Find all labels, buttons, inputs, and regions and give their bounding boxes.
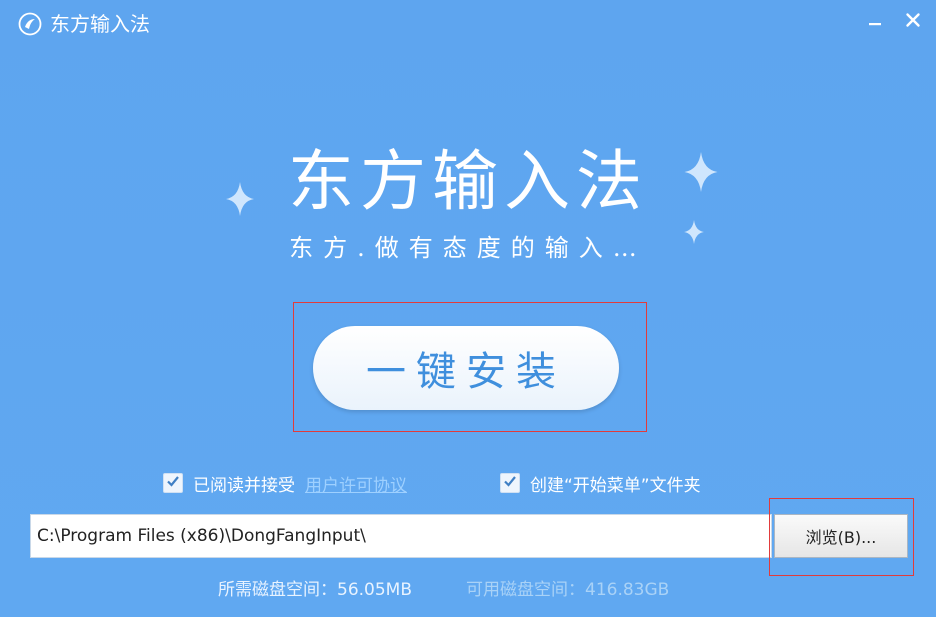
start-menu-label: 创建“开始菜单”文件夹	[530, 475, 701, 496]
window-title: 东方输入法	[50, 12, 150, 36]
start-menu-option[interactable]: 创建“开始菜单”文件夹	[500, 470, 701, 496]
browse-button[interactable]: 浏览(B)...	[774, 514, 908, 558]
agree-label: 已阅读并接受	[193, 475, 295, 496]
brand-slogan: 东方.做有态度的输入…	[289, 234, 647, 262]
agree-license-option[interactable]: 已阅读并接受 用户许可协议	[163, 470, 407, 496]
checkmark-icon	[166, 473, 180, 493]
title-bar[interactable]: 东方输入法	[0, 0, 936, 48]
close-icon	[905, 12, 921, 32]
brand-title: 东方输入法	[288, 143, 648, 220]
license-link[interactable]: 用户许可协议	[305, 471, 407, 496]
dongfang-logo-icon	[18, 12, 42, 36]
install-path-input[interactable]	[30, 514, 772, 558]
installer-window: 东方输入法 东方输入法 东方.做有态度的输入… 一键安装 已阅读并接受 用户许可	[0, 0, 936, 617]
one-click-install-button[interactable]: 一键安装	[313, 326, 619, 410]
minimize-icon	[867, 12, 883, 32]
required-disk-space: 所需磁盘空间：56.05MB	[218, 580, 412, 600]
agree-checkbox[interactable]	[163, 473, 183, 493]
checkmark-icon	[503, 473, 517, 493]
close-button[interactable]	[898, 8, 928, 36]
minimize-button[interactable]	[860, 8, 890, 36]
start-menu-checkbox[interactable]	[500, 473, 520, 493]
available-disk-space: 可用磁盘空间：416.83GB	[466, 580, 670, 600]
